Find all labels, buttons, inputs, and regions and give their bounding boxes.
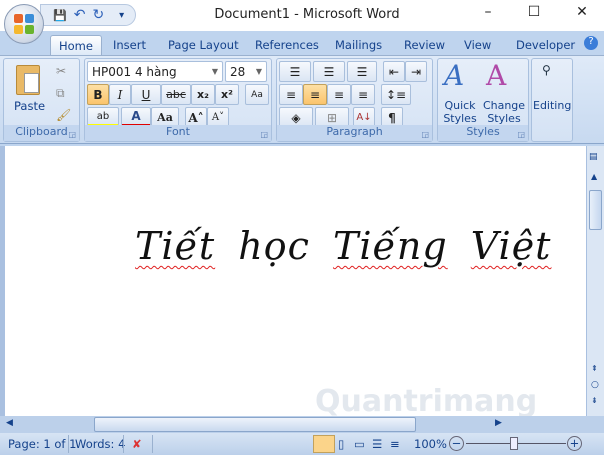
draft-button[interactable]: ≡ (390, 437, 400, 451)
tab-review[interactable]: Review (396, 35, 453, 55)
zoom-in-button[interactable]: + (567, 436, 582, 451)
browse-object-icon[interactable]: ○ (591, 380, 599, 390)
clear-formatting-button[interactable]: Aa (245, 84, 269, 105)
bold-button[interactable]: B (87, 84, 109, 105)
tab-view[interactable]: View (456, 35, 499, 55)
dialog-launcher-icon[interactable]: ◲ (260, 130, 268, 139)
change-styles-icon[interactable]: A (486, 59, 506, 92)
dialog-launcher-icon[interactable]: ◲ (517, 130, 525, 139)
decrease-indent-button[interactable]: ⇤ (383, 61, 405, 82)
quick-styles-button[interactable]: Quick Styles (440, 99, 480, 125)
line-spacing-button[interactable]: ↕≡ (381, 84, 411, 105)
web-layout-button[interactable]: ▭ (354, 437, 365, 451)
office-logo-icon (14, 14, 34, 34)
status-bar: Page: 1 of 1 Words: 4 ✘ ▯ ▭ ☰ ≡ 100% − + (0, 433, 604, 455)
dialog-launcher-icon[interactable]: ◲ (68, 130, 76, 139)
align-left-button[interactable]: ≡ (279, 84, 303, 105)
zoom-out-button[interactable]: − (449, 436, 464, 451)
styles-group: A A Quick Styles Change Styles Styles ◲ (437, 58, 529, 142)
styles-label: Styles (438, 125, 528, 141)
office-button[interactable] (4, 4, 44, 44)
format-painter-icon[interactable]: 🖌 (56, 108, 71, 122)
scroll-up-icon[interactable]: ▲ (591, 172, 597, 181)
ribbon: Paste ✂ ⧉ 🖌 Clipboard ◲ HP001 4 hàng ▼ 28 ▼… (0, 55, 604, 144)
vertical-scrollbar[interactable]: ▤ ▲ ⇞ ○ ⇟ (586, 146, 604, 416)
editing-group[interactable]: ⚲ Editing (531, 58, 573, 142)
scroll-left-icon[interactable]: ◀ (6, 418, 13, 428)
strikethrough-button[interactable]: abc (161, 84, 191, 105)
tab-insert[interactable]: Insert (105, 35, 154, 55)
word: Tiếng (332, 224, 448, 268)
underline-button[interactable]: U (131, 84, 161, 105)
clipboard-group: Paste ✂ ⧉ 🖌 Clipboard ◲ (3, 58, 80, 142)
word: Việt (470, 224, 552, 268)
paragraph-group: ☰ ☰ ☰ ⇤ ⇥ ≡ ≡ ≡ ≡ ↕≡ ◈ ⊞ A↓ ¶ Paragraph ◲ (276, 58, 433, 142)
tab-developer[interactable]: Developer (508, 35, 583, 55)
copy-icon[interactable]: ⧉ (56, 86, 65, 101)
font-name-select[interactable]: HP001 4 hàng ▼ (87, 61, 223, 82)
proofing-error-icon[interactable]: ✘ (132, 437, 142, 451)
font-label: Font (85, 125, 271, 141)
help-button[interactable]: ? (584, 36, 598, 50)
paste-icon[interactable] (16, 65, 40, 95)
change-styles-button[interactable]: Change Styles (482, 99, 526, 125)
horizontal-scroll-thumb[interactable] (94, 417, 416, 432)
superscript-button[interactable]: x² (215, 84, 239, 105)
close-button[interactable]: ✕ (570, 4, 594, 20)
next-page-icon[interactable]: ⇟ (591, 396, 598, 405)
paste-button[interactable]: Paste (14, 99, 45, 113)
outline-button[interactable]: ☰ (372, 437, 382, 451)
ruler-toggle-icon[interactable]: ▤ (589, 152, 598, 162)
cut-icon[interactable]: ✂ (56, 64, 66, 78)
editing-button[interactable]: Editing (533, 99, 571, 112)
increase-indent-button[interactable]: ⇥ (405, 61, 427, 82)
bullets-button[interactable]: ☰ (279, 61, 311, 82)
binoculars-icon: ⚲ (542, 63, 551, 77)
vertical-scroll-thumb[interactable] (589, 190, 602, 230)
align-right-button[interactable]: ≡ (327, 84, 351, 105)
prev-page-icon[interactable]: ⇞ (591, 364, 598, 373)
justify-button[interactable]: ≡ (351, 84, 375, 105)
scroll-right-icon[interactable]: ▶ (495, 418, 502, 428)
numbering-button[interactable]: ☰ (313, 61, 345, 82)
zoom-level[interactable]: 100% (414, 437, 447, 451)
align-center-button[interactable]: ≡ (303, 84, 327, 105)
zoom-slider-thumb[interactable] (510, 437, 518, 450)
tab-mailings[interactable]: Mailings (327, 35, 390, 55)
save-icon[interactable]: 💾 (53, 9, 67, 22)
font-size-select[interactable]: 28 ▼ (225, 61, 267, 82)
maximize-button[interactable]: ☐ (522, 4, 546, 20)
minimize-button[interactable]: – (476, 4, 500, 20)
ribbon-tabs: Home Insert Page Layout References Maili… (0, 31, 604, 55)
word: Tiết (135, 224, 216, 268)
print-layout-button[interactable] (313, 435, 335, 453)
tab-home[interactable]: Home (50, 35, 102, 55)
full-screen-reading-button[interactable]: ▯ (338, 437, 344, 451)
subscript-button[interactable]: x₂ (191, 84, 215, 105)
page-count[interactable]: Page: 1 of 1 (8, 437, 76, 451)
font-size-value: 28 (230, 64, 246, 79)
dialog-launcher-icon[interactable]: ◲ (421, 130, 429, 139)
paragraph-label: Paragraph (277, 125, 432, 141)
watermark: Quantrimang (315, 384, 538, 419)
document-text[interactable]: Tiết học Tiếng Việt (135, 224, 551, 268)
italic-button[interactable]: I (109, 84, 131, 105)
quick-access-toolbar: 💾 ↶ ↻ ▾ (40, 4, 136, 26)
document-page[interactable]: Tiết học Tiếng Việt Quantrimang (0, 146, 586, 419)
word-count[interactable]: Words: 4 (75, 437, 125, 451)
quick-styles-icon[interactable]: A (444, 59, 464, 92)
redo-icon[interactable]: ↻ (92, 7, 104, 23)
multilevel-list-button[interactable]: ☰ (347, 61, 377, 82)
font-name-value: HP001 4 hàng (92, 64, 177, 79)
word: học (238, 224, 310, 268)
horizontal-scrollbar[interactable]: ◀ ▶ (0, 416, 604, 433)
tab-references[interactable]: References (247, 35, 327, 55)
tab-page-layout[interactable]: Page Layout (160, 35, 247, 55)
font-group: HP001 4 hàng ▼ 28 ▼ B I U abc x₂ x² Aa ab … (84, 58, 272, 142)
customize-qat-icon[interactable]: ▾ (119, 10, 124, 21)
undo-icon[interactable]: ↶ (74, 7, 86, 23)
